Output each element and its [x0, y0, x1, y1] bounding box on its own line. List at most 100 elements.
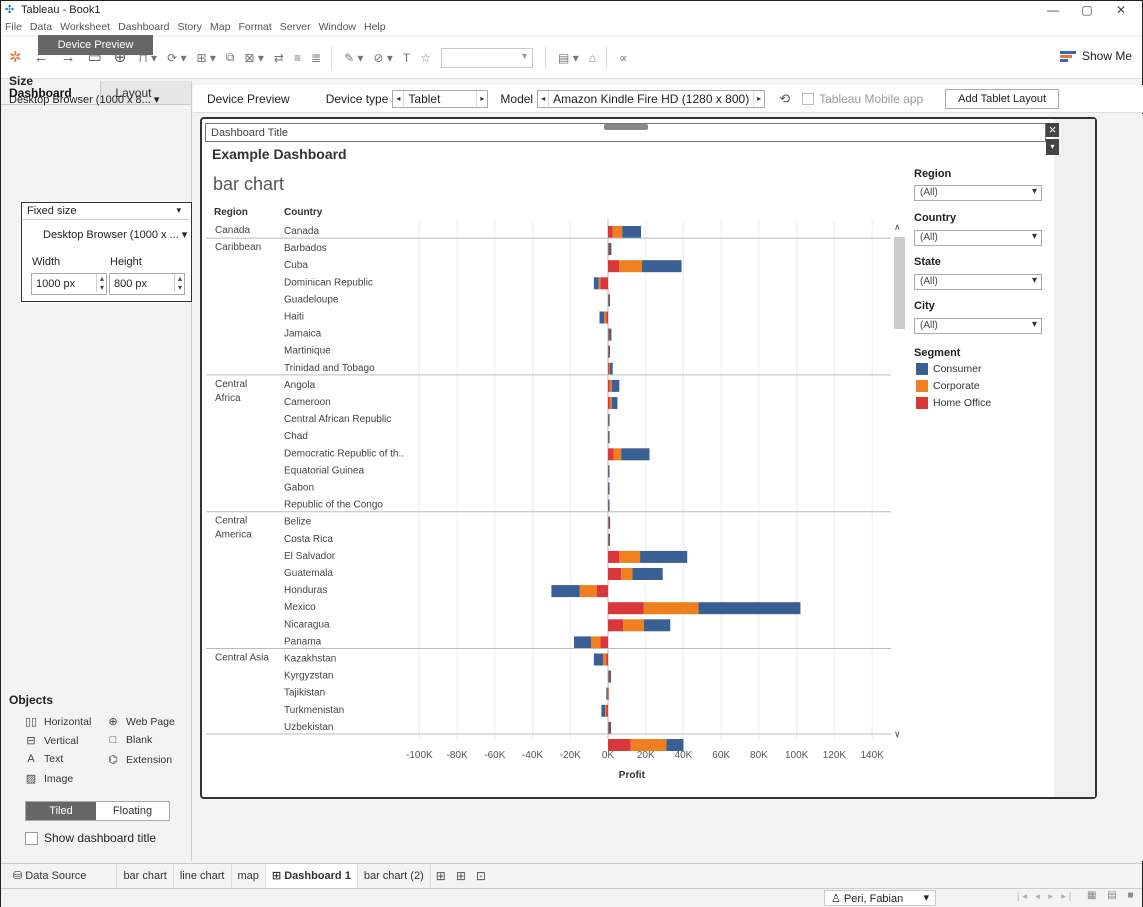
model-label: Model: [500, 91, 534, 106]
swap-axes-icon[interactable]: ⇄: [274, 51, 284, 65]
height-stepper[interactable]: 800 px: [109, 273, 185, 295]
menu-story[interactable]: Story: [177, 21, 202, 33]
device-size-dropdown[interactable]: Desktop Browser (1000 x ... ▾: [43, 228, 187, 241]
close-icon[interactable]: ×: [1046, 123, 1059, 137]
rotate-icon[interactable]: ⟲: [779, 91, 790, 107]
device-preview-button[interactable]: Device Preview: [38, 35, 153, 55]
fix-axes-icon[interactable]: ☆: [420, 51, 431, 65]
object-image[interactable]: ▨ Image: [23, 772, 73, 786]
move-handle[interactable]: [604, 124, 648, 130]
menu-map[interactable]: Map: [210, 21, 230, 33]
sheet-navigation[interactable]: |◂ ◂ ▸ ▸|: [1017, 891, 1074, 902]
menu-server[interactable]: Server: [280, 21, 311, 33]
tableau-logo-icon: ✣: [5, 4, 15, 16]
country-filter-select[interactable]: (All): [914, 230, 1042, 246]
size-dropdown[interactable]: Desktop Browser (1000 x 8... ▾: [9, 93, 159, 106]
menu-data[interactable]: Data: [30, 21, 52, 33]
highlight-icon[interactable]: ✎ ▾: [344, 51, 363, 65]
minimize-button[interactable]: —: [1036, 1, 1070, 19]
clear-sheet-icon[interactable]: ⊠ ▾: [245, 51, 264, 65]
tiled-button[interactable]: Tiled: [26, 802, 96, 820]
x-tick-label: -60K: [484, 750, 505, 761]
scrollbar-thumb[interactable]: [894, 237, 905, 329]
tab-map[interactable]: map: [232, 863, 266, 889]
close-window-button[interactable]: ✕: [1104, 1, 1138, 19]
add-tablet-layout-button[interactable]: Add Tablet Layout: [945, 88, 1060, 109]
new-dashboard-icon[interactable]: ⊞: [451, 869, 471, 883]
bar-segment: [619, 260, 642, 273]
object-vertical[interactable]: ⊟ Vertical: [23, 734, 78, 748]
region-label: Central: [215, 516, 247, 527]
bar-segment: [621, 448, 650, 461]
menu-format[interactable]: Format: [238, 21, 271, 33]
object-blank[interactable]: □ Blank: [105, 734, 153, 746]
tab-bar-chart-2[interactable]: bar chart (2): [358, 863, 431, 889]
x-tick-label: -40K: [522, 750, 543, 761]
bar-segment: [641, 260, 682, 273]
legend-item-home-office[interactable]: Home Office: [916, 397, 991, 409]
object-web-page[interactable]: ⊕ Web Page: [105, 715, 174, 729]
presentation-mode-icon[interactable]: ⌂: [589, 51, 596, 65]
sheet-view-buttons[interactable]: ▦ ▤ ■: [1087, 890, 1138, 901]
previous-arrow-icon[interactable]: ◂: [393, 94, 403, 103]
new-worksheet-icon[interactable]: ⊞: [431, 869, 451, 883]
device-type-selector[interactable]: ◂ Tablet ▸: [392, 89, 489, 108]
legend-item-corporate[interactable]: Corporate: [916, 380, 980, 392]
menu-worksheet[interactable]: Worksheet: [60, 21, 110, 33]
new-story-icon[interactable]: ⊡: [471, 869, 491, 883]
next-arrow-icon[interactable]: ▸: [754, 94, 764, 103]
region-filter-select[interactable]: (All): [914, 185, 1042, 201]
menu-help[interactable]: Help: [364, 21, 386, 33]
floating-button[interactable]: Floating: [96, 802, 169, 820]
bar-segment: [640, 550, 688, 563]
tab-line-chart[interactable]: line chart: [174, 863, 232, 889]
tab-data-source[interactable]: ⛁ Data Source: [1, 863, 118, 889]
model-selector[interactable]: ◂ Amazon Kindle Fire HD (1280 x 800) ▸: [537, 89, 766, 108]
country-label: Canada: [284, 226, 319, 237]
object-extension[interactable]: ⌬ Extension: [105, 753, 172, 767]
next-arrow-icon[interactable]: ▸: [477, 94, 487, 103]
bar-segment: [609, 379, 612, 392]
image-icon: ▨: [25, 773, 37, 785]
restore-button[interactable]: ▢: [1070, 1, 1104, 19]
sort-descending-icon[interactable]: ≣: [311, 51, 321, 65]
bar-segment: [608, 568, 622, 580]
share-icon[interactable]: ∝: [619, 51, 628, 65]
menu-dashboard[interactable]: Dashboard: [118, 21, 169, 33]
sort-ascending-icon[interactable]: ≡: [294, 51, 301, 65]
bar-segment: [611, 397, 618, 409]
tab-dashboard-1[interactable]: ⊞ Dashboard 1: [265, 863, 358, 889]
user-icon: ♙: [831, 893, 844, 905]
show-me-button[interactable]: Show Me: [1059, 49, 1132, 63]
bar-segment: [591, 636, 601, 649]
tab-bar-chart[interactable]: bar chart: [117, 863, 174, 889]
city-filter-select[interactable]: (All): [914, 318, 1042, 334]
object-horizontal[interactable]: ▯▯ Horizontal: [23, 715, 91, 729]
state-filter-select[interactable]: (All): [914, 274, 1042, 290]
duplicate-sheet-icon[interactable]: ⧉: [226, 50, 235, 65]
menu-window[interactable]: Window: [319, 21, 356, 33]
object-text[interactable]: A Text: [23, 753, 63, 765]
scroll-down-icon[interactable]: ∨: [894, 729, 901, 740]
bar-segment: [604, 311, 607, 324]
legend-item-consumer[interactable]: Consumer: [916, 363, 981, 375]
menu-file[interactable]: File: [5, 21, 22, 33]
refresh-icon[interactable]: ⟳ ▾: [167, 51, 186, 65]
group-icon[interactable]: ⊘ ▾: [373, 51, 392, 65]
fit-dropdown[interactable]: [441, 47, 534, 68]
previous-arrow-icon[interactable]: ◂: [538, 94, 548, 103]
tableau-home-icon[interactable]: ✲: [9, 49, 22, 66]
show-cards-icon[interactable]: ▤ ▾: [558, 51, 579, 65]
show-dashboard-title-checkbox[interactable]: [25, 831, 38, 845]
country-label: Tajikistan: [284, 688, 325, 699]
fixed-size-dropdown[interactable]: Fixed size ▾: [27, 205, 185, 217]
device-preview-bar: Device Preview Device type ◂ Tablet ▸ Mo…: [193, 85, 1143, 113]
scroll-up-icon[interactable]: ∧: [894, 222, 901, 233]
labels-icon[interactable]: T: [403, 51, 410, 65]
more-options-icon[interactable]: ▾: [1046, 139, 1059, 155]
width-stepper[interactable]: 1000 px: [31, 273, 107, 295]
user-menu[interactable]: ♙ Peri, Fabian: [824, 890, 936, 906]
new-worksheet-icon[interactable]: ⊞ ▾: [197, 51, 216, 65]
show-dashboard-title-row[interactable]: Show dashboard title: [25, 831, 156, 845]
mobile-app-checkbox[interactable]: [802, 92, 815, 105]
